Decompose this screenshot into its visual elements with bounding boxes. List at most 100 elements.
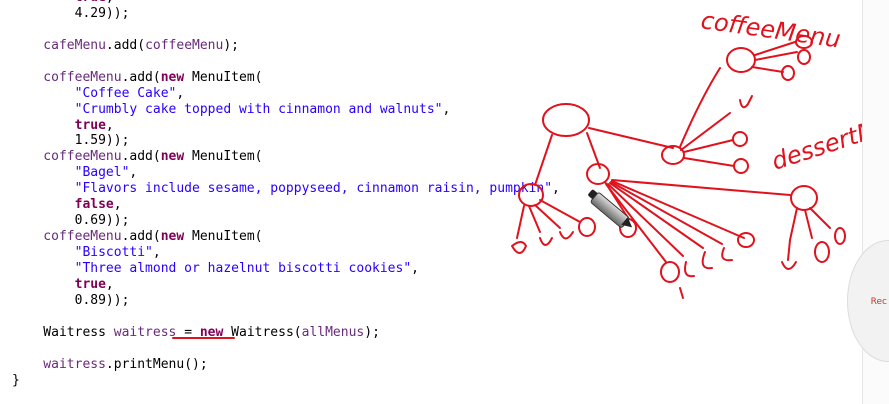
code-token: );: [364, 324, 380, 340]
code-token: waitress: [12, 356, 106, 372]
code-line: coffeeMenu.add(new MenuItem(: [12, 229, 560, 245]
code-token: ,: [152, 245, 161, 260]
code-token: );: [223, 37, 239, 53]
root-to-dessert-edge: [586, 132, 601, 169]
code-token: "Flavors include sesame, poppyseed, cinn…: [12, 181, 553, 197]
dessert-menu-leaf-1: [781, 261, 797, 270]
dessert-node: [586, 163, 610, 185]
coffee-upper-edge-2: [754, 51, 798, 61]
code-token: true: [12, 276, 106, 292]
coffee-upper-edge-3: [751, 66, 784, 73]
dessert-menu-edge-1: [787, 207, 798, 261]
coffee-leaf-1: [795, 35, 813, 49]
coffee-menu-node: [661, 145, 685, 165]
dessert-menu-edge-3: [809, 207, 831, 229]
code-token: .printMenu();: [105, 356, 208, 372]
pen-cursor-icon: [584, 185, 640, 236]
radial-menu-label: Rec: [870, 297, 887, 307]
code-token: false: [12, 197, 114, 213]
code-token: 0.69: [12, 213, 106, 229]
code-token: coffeeMenu: [12, 229, 122, 245]
coffee-upper-node: [726, 47, 756, 73]
code-token: true: [12, 117, 106, 133]
code-token: new: [199, 324, 224, 340]
code-line: 4.29));: [12, 6, 560, 22]
code-token: ));: [105, 213, 130, 229]
code-line: "Biscotti",: [12, 245, 560, 261]
lecture-screen: true, 4.29)); cafeMenu.add(coffeeMenu); …: [0, 0, 889, 404]
code-token: allMenus: [301, 324, 365, 340]
code-token: "Crumbly cake topped with cinnamon and w…: [12, 101, 443, 117]
code-editor[interactable]: true, 4.29)); cafeMenu.add(coffeeMenu); …: [12, 0, 560, 388]
code-line: "Flavors include sesame, poppyseed, cinn…: [12, 181, 560, 197]
coffee-leaf-6: [733, 158, 749, 174]
code-token: "Three almond or hazelnut biscotti cooki…: [12, 260, 412, 276]
code-token: waitress: [113, 324, 177, 340]
code-line: 0.69));: [12, 213, 560, 229]
coffee-leaf-5: [732, 131, 748, 147]
code-token: }: [12, 372, 20, 388]
coffee-to-upper-edge: [679, 67, 721, 148]
code-line: waitress.printMenu();: [12, 357, 560, 373]
code-token: "Coffee Cake": [12, 85, 177, 101]
code-token: ,: [552, 181, 560, 197]
dessert-leaf-4: [701, 251, 713, 270]
code-token: ,: [442, 101, 451, 117]
code-token: coffeeMenu: [12, 69, 122, 85]
code-token: coffeeMenu: [145, 37, 224, 53]
code-token: 0.89: [12, 292, 106, 308]
code-line: "Crumbly cake topped with cinnamon and w…: [12, 102, 560, 118]
dessert-leaf-3: [684, 261, 695, 278]
code-token: ));: [105, 133, 130, 149]
coffee-menu-label: coffeeMenu: [699, 6, 842, 53]
code-token: ,: [113, 197, 122, 213]
dessert-edge-7: [611, 179, 791, 196]
left-leaf-3: [559, 231, 574, 240]
coffee-edge-4: [680, 112, 731, 151]
dessert-leaf-5: [721, 247, 733, 262]
code-token: MenuItem(: [184, 149, 263, 165]
code-token: true: [12, 0, 106, 5]
code-token: ));: [105, 292, 130, 308]
code-line: coffeeMenu.add(new MenuItem(: [12, 149, 560, 165]
code-token: Waitress: [12, 324, 114, 340]
dessert-menu-leaf-3: [834, 227, 846, 245]
code-token: .add(: [105, 37, 146, 53]
dessert-leaf-2: [660, 261, 680, 283]
code-line: false,: [12, 197, 560, 213]
code-line: "Coffee Cake",: [12, 86, 560, 102]
root-to-coffee-edge: [588, 127, 674, 149]
code-token: new: [160, 229, 185, 245]
dessert-leaf-7: [679, 287, 684, 299]
code-token: MenuItem(: [184, 69, 263, 85]
code-token: 1.59: [12, 133, 106, 149]
code-token: 4.29: [12, 5, 106, 21]
code-token: ,: [176, 85, 185, 101]
code-token: ,: [411, 260, 419, 276]
code-line: cafeMenu.add(coffeeMenu);: [12, 38, 560, 54]
code-token: cafeMenu: [12, 37, 106, 53]
code-line: "Three almond or hazelnut biscotti cooki…: [12, 261, 560, 277]
coffee-leaf-3: [781, 65, 795, 81]
code-token: =: [176, 324, 200, 340]
coffee-upper-edge-1: [754, 41, 796, 56]
code-token: .add(: [121, 229, 161, 245]
coffee-edge-5: [683, 139, 734, 153]
code-token: Waitress(: [223, 324, 302, 340]
dessert-leaf-6: [737, 232, 755, 248]
coffee-leaf-4: [739, 95, 753, 109]
code-line: 0.89));: [12, 293, 560, 309]
dessert-menu-leaf-2: [814, 241, 830, 263]
code-line: coffeeMenu.add(new MenuItem(: [12, 70, 560, 86]
left-leaf-4: [578, 217, 596, 237]
code-line: 1.59));: [12, 133, 560, 149]
coffee-leaf-2: [797, 49, 811, 65]
code-token: MenuItem(: [184, 229, 263, 245]
code-token: new: [160, 69, 185, 85]
code-token: ,: [105, 117, 114, 133]
code-token: new: [160, 149, 185, 165]
code-token: ,: [106, 0, 114, 5]
